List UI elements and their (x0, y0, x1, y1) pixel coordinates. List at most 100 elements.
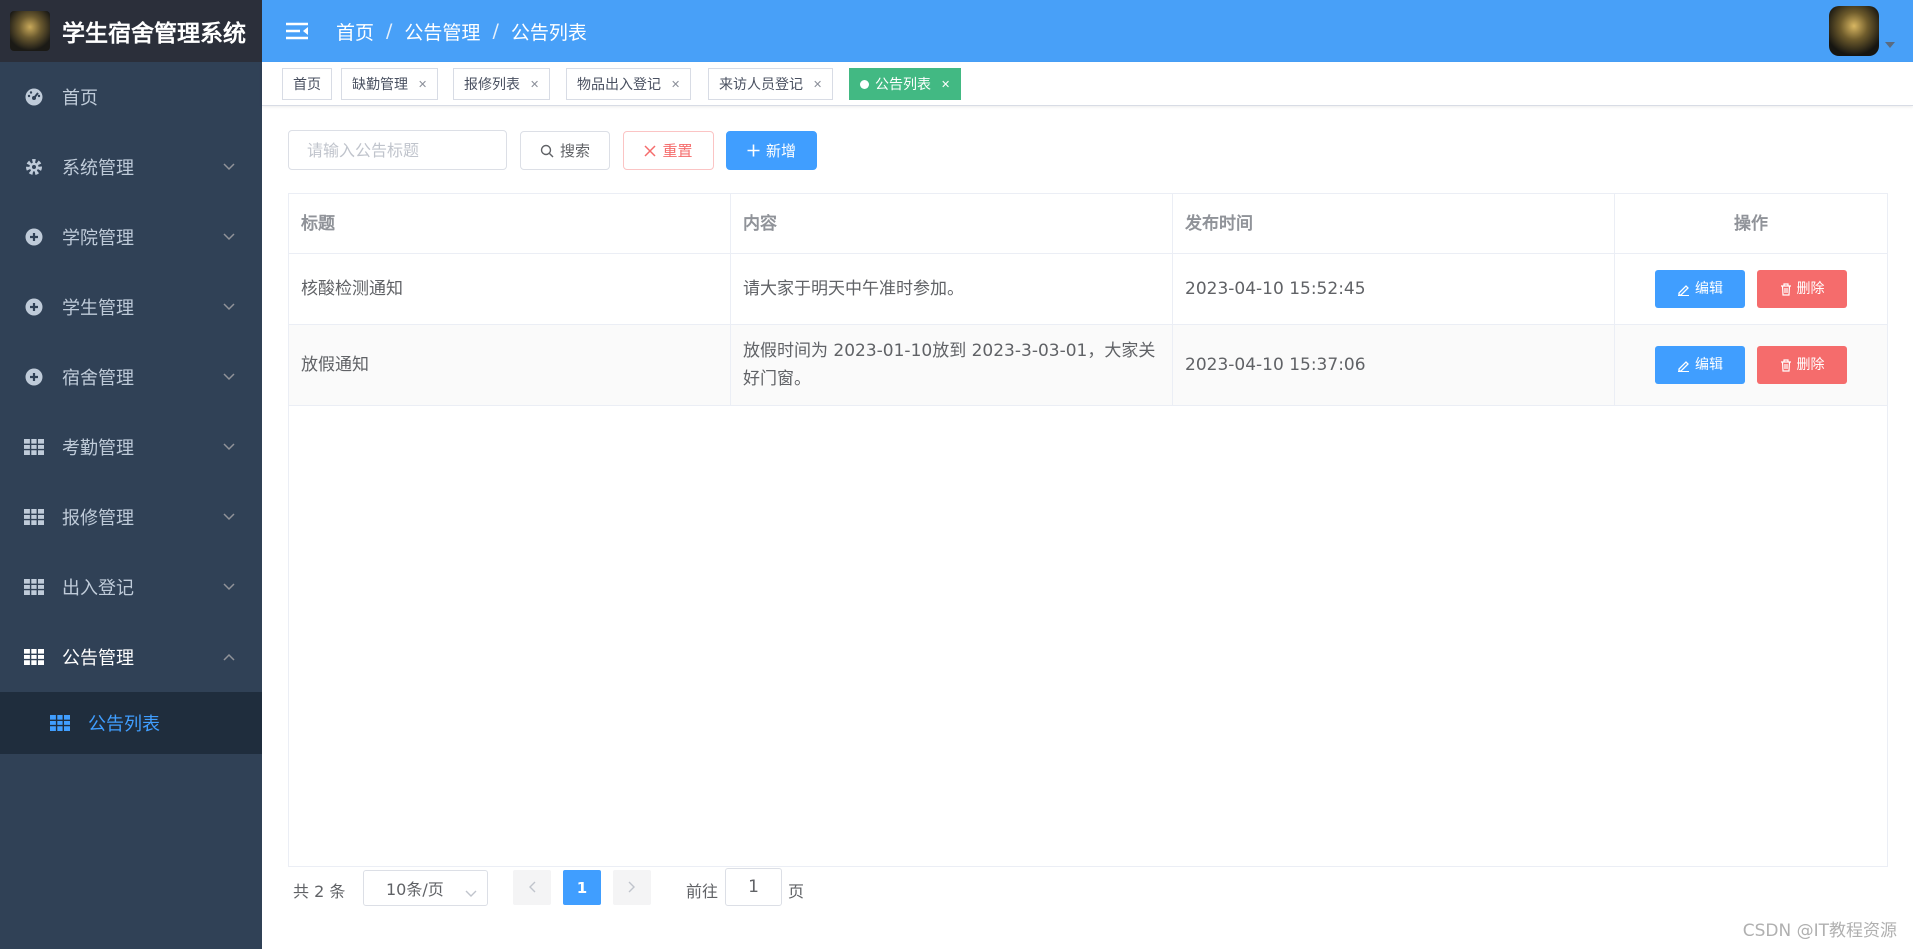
search-icon (540, 144, 554, 158)
cell-content: 放假时间为 2023-01-10放到 2023-3-03-01，大家关好门窗。 (731, 325, 1173, 405)
edit-button-label: 编辑 (1695, 281, 1723, 297)
logo-image (10, 11, 50, 51)
app-title: 学生宿舍管理系统 (62, 21, 246, 47)
chevron-down-icon (222, 230, 236, 244)
watermark: CSDN @IT教程资源 (1742, 921, 1897, 941)
trash-icon (1780, 282, 1792, 296)
tag-notice-list[interactable]: 公告列表 ✕ (849, 68, 962, 100)
table-icon (24, 577, 44, 597)
breadcrumb: 首页 / 公告管理 / 公告列表 (336, 18, 587, 45)
tag-label: 物品出入登记 (577, 77, 661, 93)
tag-label: 报修列表 (464, 77, 520, 93)
delete-button-label: 删除 (1796, 357, 1825, 373)
cell-time: 2023-04-10 15:52:45 (1173, 254, 1615, 324)
sidebar-item-dorm[interactable]: 宿舍管理 (0, 342, 262, 412)
sidebar: 学生宿舍管理系统 首页 系统管理 学院管理 学生管理 宿舍管理 考勤管理 报修管… (0, 0, 262, 949)
sidebar-item-repair[interactable]: 报修管理 (0, 482, 262, 552)
close-icon[interactable]: ✕ (418, 78, 427, 91)
reset-button-label: 重置 (662, 142, 693, 160)
tag-absence[interactable]: 缺勤管理 ✕ (341, 68, 439, 100)
goto-label: 前往 (686, 882, 719, 901)
breadcrumb-home[interactable]: 首页 (336, 18, 374, 45)
tag-home[interactable]: 首页 (282, 68, 332, 100)
submenu-notice: 公告列表 (0, 692, 262, 754)
next-page-button[interactable] (613, 870, 651, 905)
hamburger-icon[interactable] (282, 16, 312, 46)
sidebar-item-college[interactable]: 学院管理 (0, 202, 262, 272)
table-row: 核酸检测通知 请大家于明天中午准时参加。 2023-04-10 15:52:45… (289, 254, 1887, 325)
chevron-down-icon (222, 160, 236, 174)
sidebar-item-label: 系统管理 (62, 158, 134, 179)
chevron-up-icon (222, 650, 236, 664)
chevron-down-icon (222, 440, 236, 454)
plus-icon (747, 144, 760, 157)
page-number-button[interactable]: 1 (563, 870, 601, 905)
edit-button[interactable]: 编辑 (1655, 270, 1745, 308)
sidebar-item-label: 学生管理 (62, 298, 134, 319)
chevron-down-icon (222, 370, 236, 384)
table-icon (50, 713, 70, 733)
reset-button[interactable]: 重置 (623, 131, 714, 170)
cell-content: 请大家于明天中午准时参加。 (731, 254, 1173, 324)
edit-button[interactable]: 编辑 (1655, 346, 1745, 384)
user-menu[interactable] (1829, 6, 1895, 56)
column-header-title: 标题 (289, 194, 731, 253)
sidebar-item-label: 报修管理 (62, 508, 134, 529)
add-button[interactable]: 新增 (726, 131, 817, 170)
goto-page-input[interactable] (725, 868, 782, 906)
sidebar-item-label: 考勤管理 (62, 438, 134, 459)
tag-visitor-register[interactable]: 来访人员登记 ✕ (708, 68, 834, 100)
edit-icon (1677, 283, 1690, 296)
table-header: 标题 内容 发布时间 操作 (289, 194, 1887, 254)
close-icon[interactable]: ✕ (941, 78, 950, 91)
sidebar-item-label: 宿舍管理 (62, 368, 134, 389)
breadcrumb-separator: / (492, 20, 499, 42)
page-size-select[interactable]: 10条/页 (363, 870, 488, 906)
gear-icon (24, 157, 44, 177)
tag-label: 来访人员登记 (719, 77, 803, 93)
tag-repair-list[interactable]: 报修列表 ✕ (453, 68, 551, 100)
column-header-time: 发布时间 (1173, 194, 1615, 253)
search-input[interactable] (288, 130, 507, 170)
edit-button-label: 编辑 (1695, 357, 1723, 373)
avatar[interactable] (1829, 6, 1879, 56)
close-icon[interactable]: ✕ (813, 78, 822, 91)
sidebar-item-attendance[interactable]: 考勤管理 (0, 412, 262, 482)
sidebar-item-access[interactable]: 出入登记 (0, 552, 262, 622)
column-header-actions: 操作 (1734, 213, 1768, 234)
tag-label: 首页 (293, 77, 321, 93)
table-icon (24, 437, 44, 457)
page-size-value: 10条/页 (386, 880, 444, 899)
search-button-label: 搜索 (559, 142, 590, 160)
table-row: 放假通知 放假时间为 2023-01-10放到 2023-3-03-01，大家关… (289, 325, 1887, 406)
add-button-label: 新增 (765, 142, 796, 160)
breadcrumb-notice-mgmt[interactable]: 公告管理 (404, 18, 480, 45)
notice-table: 标题 内容 发布时间 操作 核酸检测通知 请大家于明天中午准时参加。 2023-… (288, 193, 1888, 867)
tag-goods-register[interactable]: 物品出入登记 ✕ (566, 68, 692, 100)
cell-time: 2023-04-10 15:37:06 (1173, 325, 1615, 405)
sidebar-menu: 首页 系统管理 学院管理 学生管理 宿舍管理 考勤管理 报修管理 出入登记 公告… (0, 62, 262, 692)
search-button[interactable]: 搜索 (520, 131, 610, 170)
cell-title: 放假通知 (289, 325, 731, 405)
chevron-right-icon (628, 879, 636, 897)
sidebar-item-home[interactable]: 首页 (0, 62, 262, 132)
edit-icon (1677, 359, 1690, 372)
sidebar-item-label: 出入登记 (62, 578, 134, 599)
sidebar-item-notice[interactable]: 公告管理 (0, 622, 262, 692)
compass-icon (24, 227, 44, 247)
close-icon[interactable]: ✕ (671, 78, 680, 91)
table-icon (24, 507, 44, 527)
prev-page-button[interactable] (513, 870, 551, 905)
sidebar-item-system[interactable]: 系统管理 (0, 132, 262, 202)
sidebar-item-student[interactable]: 学生管理 (0, 272, 262, 342)
chevron-down-icon (222, 300, 236, 314)
table-icon (24, 647, 44, 667)
close-icon[interactable]: ✕ (530, 78, 539, 91)
sidebar-item-label: 学院管理 (62, 228, 134, 249)
sidebar-subitem-notice-list[interactable]: 公告列表 (0, 692, 262, 754)
delete-button[interactable]: 删除 (1757, 270, 1847, 308)
delete-button[interactable]: 删除 (1757, 346, 1847, 384)
sidebar-item-label: 首页 (62, 88, 98, 109)
pagination: 共 2 条 10条/页 1 前往 页 (288, 868, 1188, 908)
logo-bar: 学生宿舍管理系统 (0, 0, 262, 62)
